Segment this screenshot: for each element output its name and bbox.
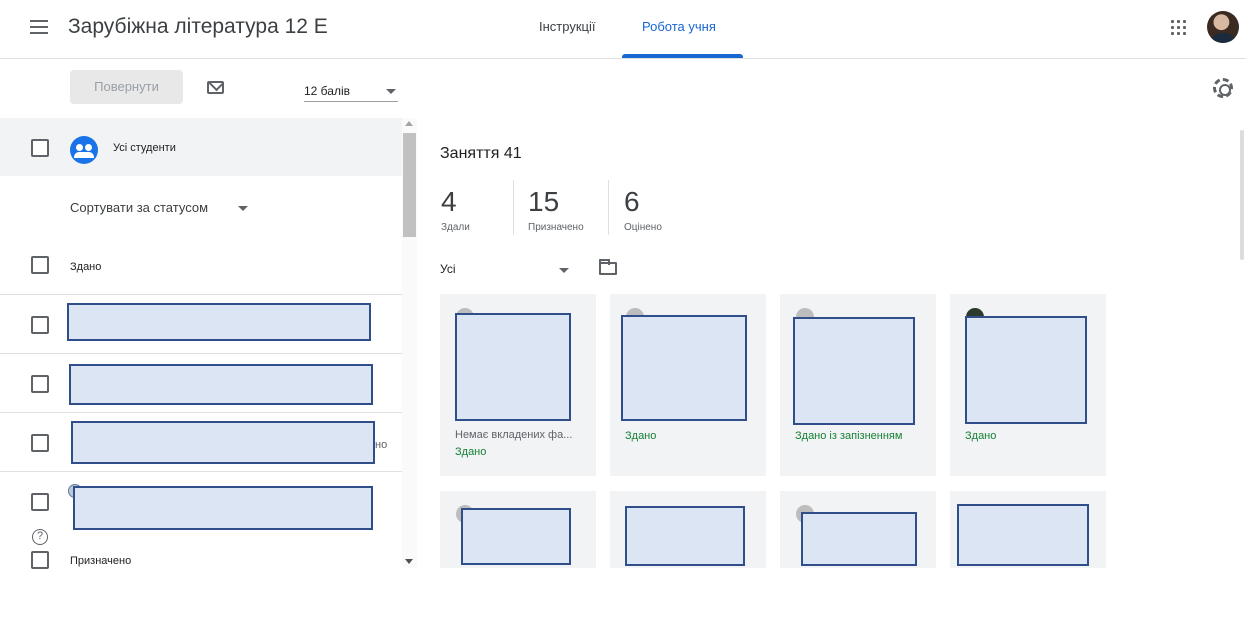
apps-grid-icon[interactable] [1171,20,1187,36]
sort-by-status-dropdown[interactable]: Сортувати за статусом [70,200,208,215]
submission-card[interactable]: Немає вкладених фа... Здано [440,294,596,476]
redacted-card-content [793,317,915,425]
redacted-card-content [625,506,745,566]
scrollbar-thumb[interactable] [403,133,416,237]
submission-card[interactable]: Здано із запізненням [780,294,936,476]
menu-icon[interactable] [30,20,48,34]
points-select[interactable]: 12 балів [304,80,398,102]
submission-card[interactable]: Здано [610,294,766,476]
points-value: 12 балів [304,84,350,98]
student-row[interactable] [0,294,402,353]
assigned-count: 15 [528,186,560,217]
redacted-student-name [67,303,371,341]
email-icon[interactable] [207,81,224,94]
course-title[interactable]: Зарубіжна література 12 Е [68,15,328,39]
tab-student-work[interactable]: Робота учня [642,19,716,34]
all-students-label: Усі студенти [113,142,176,154]
card-status: Здано [455,446,487,458]
chevron-down-icon [386,89,396,94]
submitted-section-checkbox[interactable] [31,256,49,274]
submission-card[interactable]: Здано [950,294,1106,476]
scroll-down-arrow-icon[interactable] [405,559,413,564]
settings-gear-icon[interactable] [1213,78,1233,98]
all-students-checkbox[interactable] [31,139,49,157]
filter-select[interactable]: Усі [440,260,572,280]
redacted-card-content [621,315,747,421]
redacted-student-name [71,421,375,464]
student-row[interactable] [0,353,402,412]
return-button[interactable]: Повернути [70,70,183,104]
folder-icon[interactable] [599,259,617,275]
submission-card[interactable] [780,491,936,568]
redacted-card-content [801,512,917,566]
assignment-title: Заняття 41 [440,145,522,162]
all-students-row[interactable]: Усі студенти [0,118,402,176]
tab-instructions[interactable]: Інструкції [539,19,595,34]
card-status: Здано [625,430,657,442]
stat-divider [608,180,609,235]
graded-count: 6 [624,186,640,217]
active-tab-indicator [622,54,743,58]
student-checkbox[interactable] [31,434,49,452]
student-row[interactable] [0,471,402,530]
filter-value: Усі [440,262,456,276]
redacted-card-content [461,508,571,565]
submission-card[interactable] [440,491,596,568]
redacted-student-name [69,364,373,405]
graded-count-label: Оцінено [624,222,662,233]
student-row[interactable]: но [0,412,402,471]
assigned-count-label: Призначено [528,222,584,233]
student-checkbox[interactable] [31,493,49,511]
chevron-down-icon [559,268,569,273]
redacted-card-content [965,316,1087,424]
card-status: Здано із запізненням [795,430,903,442]
chevron-down-icon[interactable] [238,206,248,211]
stat-divider [513,180,514,235]
submitted-section-label: Здано [70,261,102,273]
help-icon[interactable]: ? [32,529,48,545]
content-scrollbar[interactable] [1240,130,1244,260]
card-status: Здано [965,430,997,442]
student-list-panel: Усі студенти Сортувати за статусом Здано… [0,118,417,568]
submission-card[interactable] [950,491,1106,568]
assigned-section-label: Призначено [70,555,132,567]
submitted-count: 4 [441,186,457,217]
submitted-count-label: Здали [441,222,470,233]
redacted-student-name [73,486,373,530]
redacted-card-content [957,504,1089,566]
group-icon [70,136,98,164]
student-grade-fragment: но [375,439,388,451]
student-checkbox[interactable] [31,375,49,393]
card-attachment-note: Немає вкладених фа... [455,429,573,441]
scroll-up-arrow-icon[interactable] [405,121,413,126]
submission-card[interactable] [610,491,766,568]
account-avatar[interactable] [1207,11,1239,43]
assigned-section-checkbox[interactable] [31,551,49,569]
redacted-card-content [455,313,571,421]
student-checkbox[interactable] [31,316,49,334]
